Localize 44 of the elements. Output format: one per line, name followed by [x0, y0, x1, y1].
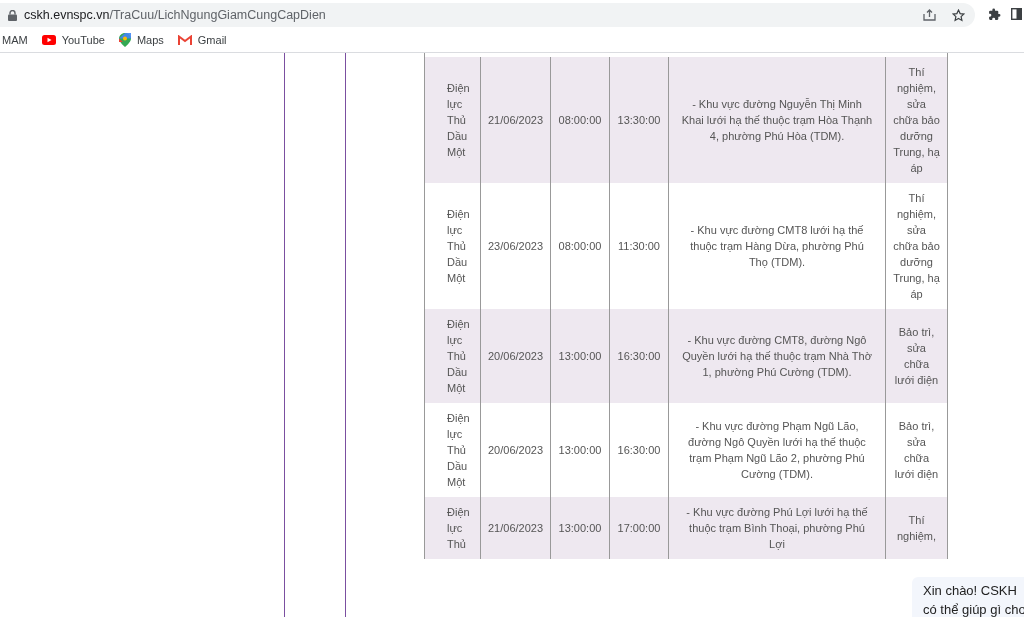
- table-cell: Điện lực Thủ Dầu Một: [447, 412, 470, 488]
- map-pin-icon: [118, 33, 131, 47]
- address-bar[interactable]: cskh.evnspc.vn/TraCuu/LichNgungGiamCungCapDien: [0, 3, 975, 27]
- table-cell: - Khu vực đường CMT8, đường Ngô Quyền lưới hạ thế thuộc trạm Nhà Thờ 1, phường Phú Cường (TDM).: [682, 334, 872, 378]
- table-cell: 23/06/2023: [487, 240, 544, 252]
- table-cell: 16:30:00: [617, 350, 661, 362]
- table-cell: 20/06/2023: [487, 350, 544, 362]
- table-cell: 11:30:00: [618, 240, 660, 252]
- table-cell: - Khu vực đường Nguyễn Thị Minh Khai lưới hạ thế thuộc trạm Hòa Thạnh 4, phường Phú Hòa (TDM).: [681, 98, 873, 142]
- bookmark[interactable]: MAM: [2, 31, 28, 49]
- table-cell: 13:00:00: [558, 522, 602, 534]
- mail-icon: [177, 35, 192, 45]
- share-icon[interactable]: [923, 9, 936, 21]
- table-cell: Điện lực Thủ Dầu Một: [447, 318, 470, 394]
- table-cell: 20/06/2023: [487, 444, 544, 456]
- video-play-icon: [41, 35, 56, 45]
- table-cell: Điện lực Thủ Dầu Một: [447, 208, 470, 284]
- bookmark[interactable]: YouTube: [41, 31, 105, 49]
- star-icon[interactable]: [952, 8, 965, 22]
- lock-icon: [8, 9, 17, 21]
- table-cell: Điện lực Thủ: [447, 506, 470, 550]
- table-cell: - Khu vực đường Phú Lợi lưới hạ thế thuộc trạm Bình Thoại, phường Phú Lợi: [686, 506, 868, 550]
- table-cell: 13:00:00: [558, 444, 602, 456]
- url-text: cskh.evnspc.vn/TraCuu/LichNgungGiamCungCapDien: [24, 6, 326, 24]
- bookmark[interactable]: Maps: [118, 31, 164, 49]
- table-cell: 08:00:00: [558, 240, 602, 252]
- table-cell: 21/06/2023: [487, 522, 544, 534]
- table-cell: 13:00:00: [558, 350, 602, 362]
- table-cell: 21/06/2023: [487, 114, 544, 126]
- table-cell: Thí nghiệm, sửa chữa bảo dưỡng Trung, hạ áp: [893, 192, 940, 300]
- puzzle-piece-icon[interactable]: [988, 7, 1001, 21]
- table-cell: Điện lực Thủ Dầu Một: [447, 82, 470, 158]
- table-cell: - Khu vực đường CMT8 lưới hạ thế thuộc trạm Hàng Dừa, phường Phú Thọ (TDM).: [690, 224, 864, 268]
- table-cell: - Khu vực đường Phạm Ngũ Lão, đường Ngô Quyền lưới hạ thế thuộc trạm Phạm Ngũ Lão 2, phường Phú Cường (TDM).: [688, 420, 866, 480]
- table-cell: 16:30:00: [617, 444, 661, 456]
- table-cell: Bảo trì, sửa chữa lưới điện: [894, 326, 939, 386]
- table-cell: 13:30:00: [617, 114, 661, 126]
- table-cell: Thí nghiệm, sửa chữa bảo dưỡng Trung, hạ áp: [893, 66, 940, 174]
- table-cell: Bảo trì, sửa chữa lưới điện: [894, 420, 939, 480]
- bookmark[interactable]: Gmail: [177, 31, 227, 49]
- table-cell: 17:00:00: [617, 522, 661, 534]
- side-panel-icon[interactable]: [1011, 8, 1022, 20]
- table-cell: 08:00:00: [558, 114, 602, 126]
- table-cell: Thí nghiệm,: [896, 514, 937, 542]
